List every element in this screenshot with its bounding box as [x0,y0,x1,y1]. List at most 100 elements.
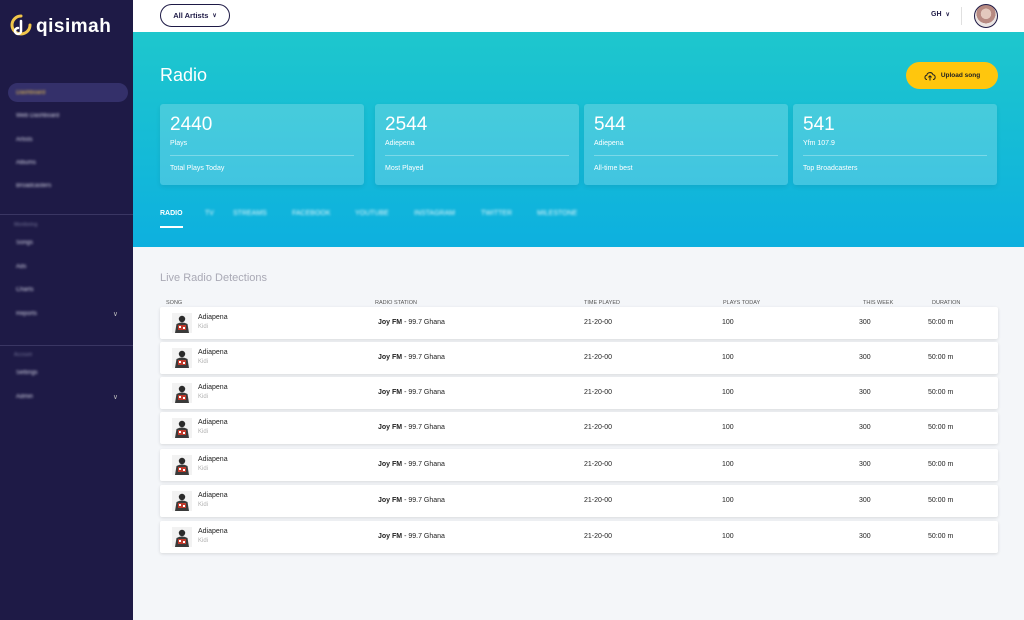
album-art-icon [172,491,192,511]
column-header-plays: PLAYS TODAY [723,300,761,306]
plays-this-week: 300 [859,497,871,504]
avatar[interactable] [974,4,998,28]
sidebar-item-broadcasters[interactable]: Broadcasters [8,176,128,195]
station-name: Joy FM [378,354,403,361]
table-row[interactable]: Adiapena Kidi Joy FM - 99.7 Ghana 21-20-… [160,485,998,517]
time-played: 21-20-00 [584,424,613,431]
radio-station: Joy FM - 99.7 Ghana [378,354,445,361]
plays-this-week: 300 [859,319,871,326]
plays-today: 100 [722,389,734,396]
sidebar-item-settings[interactable]: Settings [8,363,128,382]
song-title: Adiapena [198,314,228,321]
plays-today: 100 [722,319,734,326]
sidebar-item-admin[interactable]: Admin ∨ [8,387,128,406]
tab-milestone[interactable]: MILESTONE [537,210,577,217]
region-label: GH [931,11,942,18]
tab-twitter[interactable]: TWITTER [481,210,512,217]
chevron-down-icon: ∨ [945,12,950,18]
plays-this-week: 300 [859,533,871,540]
table-row[interactable]: Adiapena Kidi Joy FM - 99.7 Ghana 21-20-… [160,342,998,374]
station-name: Joy FM [378,533,403,540]
tab-streams[interactable]: STREAMS [233,210,267,217]
time-played: 21-20-00 [584,461,613,468]
column-header-song: SONG [166,300,183,306]
table-row[interactable]: Adiapena Kidi Joy FM - 99.7 Ghana 21-20-… [160,521,998,553]
sidebar-item-songs[interactable]: Songs [8,233,128,252]
sidebar-item-label: Artists [16,136,33,143]
sidebar-item-web-dashboard[interactable]: Web Dashboard [8,106,128,125]
stat-card-most-played: 2544 Adiepena Most Played [375,104,579,185]
cloud-upload-icon [924,71,936,80]
plays-today: 100 [722,533,734,540]
station-frequency: - 99.7 Ghana [402,497,445,504]
station-frequency: - 99.7 Ghana [402,461,445,468]
plays-this-week: 300 [859,461,871,468]
stat-sub: Plays [170,140,188,147]
sidebar-divider [0,214,133,215]
sidebar-item-albums[interactable]: Albums [8,153,128,172]
sidebar-item-label: Settings [16,369,38,376]
stat-sub: Adiepena [594,140,624,147]
stat-divider [385,155,569,156]
album-art-icon [172,313,192,333]
time-played: 21-20-00 [584,497,613,504]
station-name: Joy FM [378,461,403,468]
table-row[interactable]: Adiapena Kidi Joy FM - 99.7 Ghana 21-20-… [160,307,998,339]
sidebar-item-label: Broadcasters [16,182,52,189]
sidebar-item-ads[interactable]: Ads [8,257,128,276]
duration: 50:00 m [928,497,954,504]
song-title: Adiapena [198,419,228,426]
tab-youtube[interactable]: YOUTUBE [355,210,389,217]
song-artist: Kidi [198,429,209,435]
plays-this-week: 300 [859,424,871,431]
tab-tv[interactable]: TV [205,210,214,217]
stat-value: 541 [803,114,835,135]
page-title: Radio [160,65,208,85]
upload-song-label: Upload song [940,72,981,79]
stat-card-total-plays: 2440 Plays Total Plays Today [160,104,364,185]
stat-label: Total Plays Today [170,165,225,172]
sidebar-item-reports[interactable]: Reports ∨ [8,304,128,323]
radio-station: Joy FM - 99.7 Ghana [378,533,445,540]
sidebar-item-label: Reports [16,310,38,317]
plays-today: 100 [722,424,734,431]
album-art-icon [172,527,192,547]
song-title: Adiapena [198,349,228,356]
column-header-week: THIS WEEK [863,300,894,306]
table-row[interactable]: Adiapena Kidi Joy FM - 99.7 Ghana 21-20-… [160,449,998,481]
sidebar-item-dashboard[interactable]: Dashboard [8,83,128,102]
topbar-divider [961,7,962,25]
album-art-icon [172,455,192,475]
sidebar-item-artists[interactable]: Artists [8,130,128,149]
duration: 50:00 m [928,461,954,468]
tab-instagram[interactable]: INSTAGRAM [414,210,455,217]
upload-song-button[interactable]: Upload song [906,62,998,89]
album-art-icon [172,383,192,403]
stat-value: 2440 [170,114,213,135]
album-art-icon [172,348,192,368]
stat-label: Most Played [385,165,424,172]
sidebar-item-label: Songs [16,239,34,246]
duration: 50:00 m [928,533,954,540]
table-row[interactable]: Adiapena Kidi Joy FM - 99.7 Ghana 21-20-… [160,412,998,444]
sidebar-item-label: Dashboard [16,89,46,96]
duration: 50:00 m [928,389,954,396]
table-row[interactable]: Adiapena Kidi Joy FM - 99.7 Ghana 21-20-… [160,377,998,409]
hero-panel: Radio Upload song 2440 Plays Total Plays… [133,32,1024,247]
tab-radio[interactable]: RADIO [160,210,183,217]
sidebar-item-label: Charts [16,286,34,293]
artist-select[interactable]: All Artists ∨ [160,4,230,27]
stat-card-all-time-best: 544 Adiepena All-time best [584,104,788,185]
tab-facebook[interactable]: FACEBOOK [292,210,331,217]
radio-station: Joy FM - 99.7 Ghana [378,497,445,504]
stat-sub: Adiepena [385,140,415,147]
chevron-down-icon: ∨ [112,310,118,318]
sidebar-item-charts[interactable]: Charts [8,280,128,299]
station-frequency: - 99.7 Ghana [402,533,445,540]
region-select[interactable]: GH ∨ [931,11,950,18]
station-name: Joy FM [378,319,403,326]
sidebar: qisimah Dashboard Web Dashboard Artists … [0,0,133,620]
song-title: Adiapena [198,456,228,463]
logo[interactable]: qisimah [10,14,111,40]
station-name: Joy FM [378,424,403,431]
